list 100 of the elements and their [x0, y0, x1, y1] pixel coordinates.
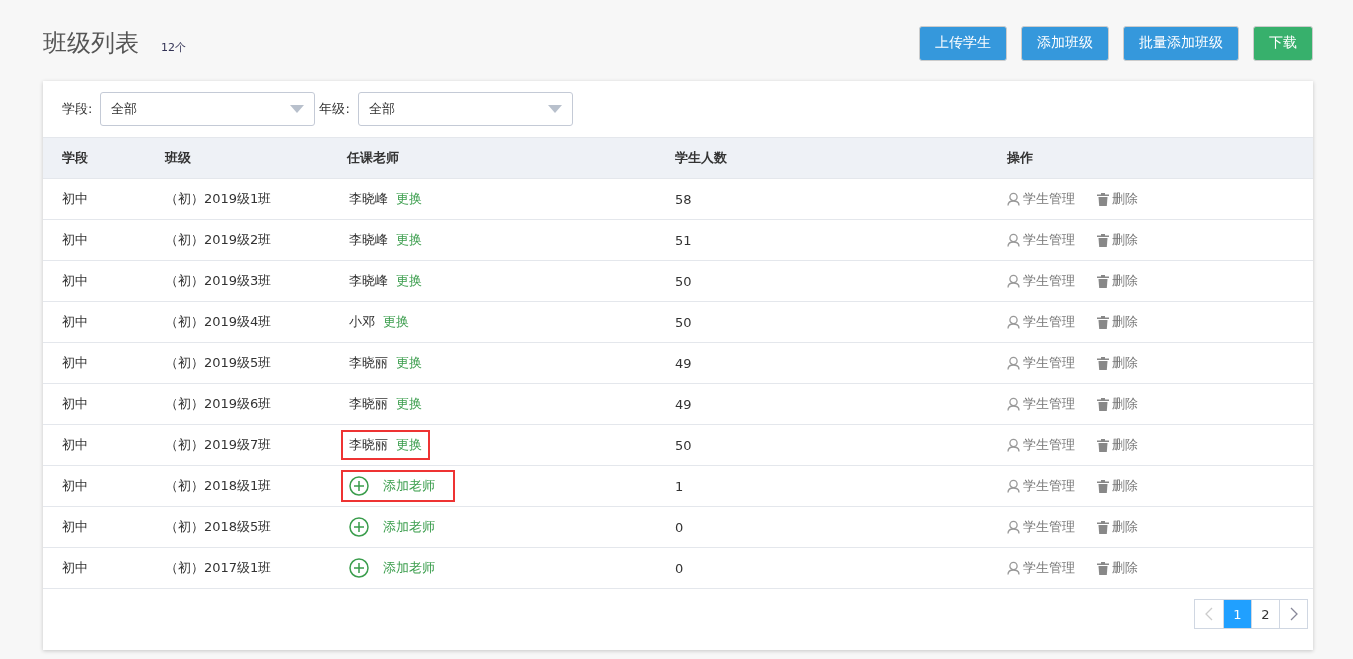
filter-label: 年级:: [319, 100, 350, 118]
filter-select[interactable]: 全部: [357, 92, 573, 126]
student-manage-link[interactable]: 学生管理: [1007, 354, 1075, 372]
user-icon: [1007, 397, 1020, 411]
table-cell-text: （初）2019级1班: [165, 190, 273, 208]
table-cell-text: 初中: [62, 559, 89, 577]
table-cell-text: 49: [675, 396, 693, 412]
student-manage-link[interactable]: 学生管理: [1007, 395, 1075, 413]
table-cell-text: 初中: [62, 436, 89, 454]
table-cell-text: 初中: [62, 313, 89, 331]
table-cell-text: 初中: [62, 190, 89, 208]
user-icon: [1007, 479, 1020, 493]
table-cell-text: （初）2019级2班: [165, 231, 273, 249]
trash-icon: [1097, 438, 1109, 452]
delete-link[interactable]: 删除: [1097, 354, 1138, 372]
plus-circle-icon: [349, 517, 369, 537]
teacher-name: 李晓峰: [349, 272, 388, 290]
trash-icon: [1097, 233, 1109, 247]
student-manage-link[interactable]: 学生管理: [1007, 436, 1075, 454]
delete-link[interactable]: 删除: [1097, 559, 1138, 577]
change-teacher-link[interactable]: 更换: [396, 395, 422, 413]
add-teacher-link[interactable]: 添加老师: [383, 559, 435, 577]
filter-select[interactable]: 全部: [100, 92, 316, 126]
page-title: 班级列表: [43, 28, 139, 59]
table-cell-text: （初）2018级1班: [165, 477, 273, 495]
table-cell-text: 58: [675, 191, 693, 207]
column-header: 任课老师: [347, 149, 400, 167]
change-teacher-link[interactable]: 更换: [396, 190, 422, 208]
delete-link[interactable]: 删除: [1097, 436, 1138, 454]
table-cell-text: （初）2017级1班: [165, 559, 273, 577]
class-count: 12个: [161, 39, 186, 55]
student-manage-link[interactable]: 学生管理: [1007, 231, 1075, 249]
table-cell-text: 初中: [62, 518, 89, 536]
teacher-name: 李晓丽: [349, 354, 388, 372]
column-header: 学段: [62, 149, 89, 167]
delete-link[interactable]: 删除: [1097, 477, 1138, 495]
delete-link[interactable]: 删除: [1097, 231, 1138, 249]
student-manage-link[interactable]: 学生管理: [1007, 190, 1075, 208]
plus-circle-icon: [349, 476, 369, 496]
column-header: 学生人数: [675, 149, 728, 167]
teacher-name: 李晓丽: [349, 395, 388, 413]
action-button[interactable]: 添加班级: [1021, 25, 1109, 61]
trash-icon: [1097, 479, 1109, 493]
change-teacher-link[interactable]: 更换: [396, 231, 422, 249]
change-teacher-link[interactable]: 更换: [396, 436, 422, 454]
table-cell-text: （初）2019级6班: [165, 395, 273, 413]
table-cell-text: 50: [675, 273, 693, 289]
student-manage-link[interactable]: 学生管理: [1007, 518, 1075, 536]
trash-icon: [1097, 356, 1109, 370]
teacher-name: 李晓峰: [349, 190, 388, 208]
trash-icon: [1097, 315, 1109, 329]
table-cell-text: 初中: [62, 477, 89, 495]
action-button[interactable]: 上传学生: [919, 25, 1007, 61]
change-teacher-link[interactable]: 更换: [383, 313, 409, 331]
user-icon: [1007, 192, 1020, 206]
teacher-name: 李晓峰: [349, 231, 388, 249]
student-manage-link[interactable]: 学生管理: [1007, 477, 1075, 495]
change-teacher-link[interactable]: 更换: [396, 272, 422, 290]
student-manage-link[interactable]: 学生管理: [1007, 559, 1075, 577]
delete-link[interactable]: 删除: [1097, 272, 1138, 290]
table-cell-text: 49: [675, 355, 693, 371]
trash-icon: [1097, 192, 1109, 206]
trash-icon: [1097, 520, 1109, 534]
page-button[interactable]: 1: [1223, 600, 1251, 628]
table-cell-text: （初）2019级7班: [165, 436, 273, 454]
plus-circle-icon: [349, 558, 369, 578]
table-cell-text: 0: [675, 560, 685, 576]
table-cell-text: 初中: [62, 231, 89, 249]
trash-icon: [1097, 561, 1109, 575]
filter-label: 学段:: [62, 100, 93, 118]
column-header: 操作: [1007, 149, 1034, 167]
student-manage-link[interactable]: 学生管理: [1007, 313, 1075, 331]
add-teacher-link[interactable]: 添加老师: [383, 477, 435, 495]
dropdown-caret-icon: [547, 105, 562, 113]
user-icon: [1007, 561, 1020, 575]
action-button[interactable]: 下载: [1253, 25, 1313, 61]
delete-link[interactable]: 删除: [1097, 190, 1138, 208]
table-cell-text: （初）2019级4班: [165, 313, 273, 331]
action-button[interactable]: 批量添加班级: [1123, 25, 1239, 61]
student-manage-link[interactable]: 学生管理: [1007, 272, 1075, 290]
user-icon: [1007, 315, 1020, 329]
trash-icon: [1097, 274, 1109, 288]
table-cell-text: （初）2019级5班: [165, 354, 273, 372]
table-cell-text: 初中: [62, 354, 89, 372]
user-icon: [1007, 438, 1020, 452]
delete-link[interactable]: 删除: [1097, 395, 1138, 413]
table-cell-text: 51: [675, 232, 693, 248]
user-icon: [1007, 274, 1020, 288]
table-cell-text: 初中: [62, 272, 89, 290]
table-cell-text: 50: [675, 437, 693, 453]
table-cell-text: 1: [675, 478, 685, 494]
table-cell-text: （初）2018级5班: [165, 518, 273, 536]
add-teacher-link[interactable]: 添加老师: [383, 518, 435, 536]
change-teacher-link[interactable]: 更换: [396, 354, 422, 372]
teacher-name: 李晓丽: [349, 436, 388, 454]
delete-link[interactable]: 删除: [1097, 518, 1138, 536]
user-icon: [1007, 520, 1020, 534]
delete-link[interactable]: 删除: [1097, 313, 1138, 331]
user-icon: [1007, 356, 1020, 370]
table-cell-text: 50: [675, 314, 693, 330]
